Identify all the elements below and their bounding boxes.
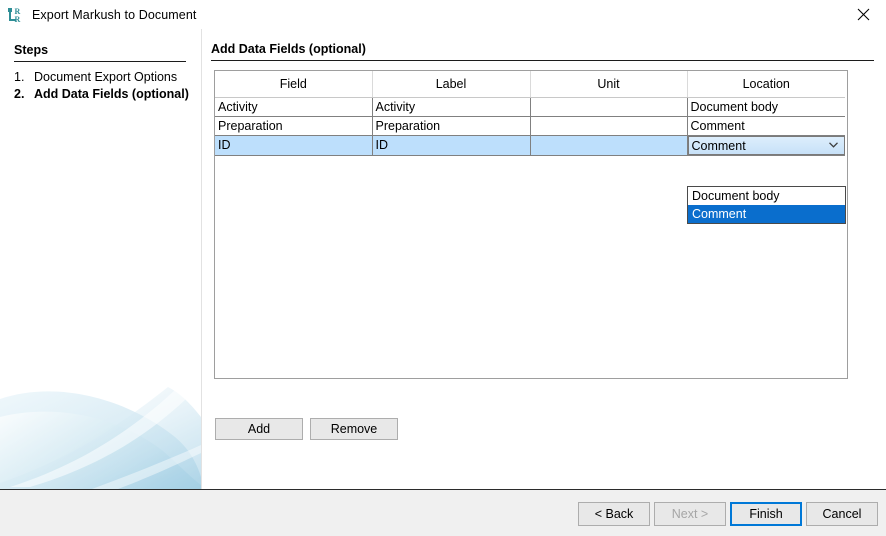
column-header-field[interactable]: Field	[215, 71, 372, 97]
table-row[interactable]: Preparation Preparation Comment	[215, 116, 845, 135]
column-header-label[interactable]: Label	[372, 71, 530, 97]
column-header-unit[interactable]: Unit	[530, 71, 687, 97]
step-label: Document Export Options	[34, 70, 189, 85]
next-button: Next >	[654, 502, 726, 526]
cell-unit[interactable]	[530, 97, 687, 116]
remove-button[interactable]: Remove	[310, 418, 398, 440]
data-fields-table[interactable]: Field Label Unit Location Activity Activ…	[214, 70, 848, 379]
cell-label[interactable]: ID	[372, 135, 530, 155]
close-icon[interactable]	[841, 0, 886, 29]
svg-text:R: R	[15, 15, 21, 24]
dialog-body: Steps 1.Document Export Options 2.Add Da…	[0, 29, 886, 489]
cell-label[interactable]: Activity	[372, 97, 530, 116]
finish-button[interactable]: Finish	[730, 502, 802, 526]
dropdown-option-document-body[interactable]: Document body	[688, 187, 845, 205]
step-label: Add Data Fields (optional)	[34, 87, 189, 102]
title-bar: R R Export Markush to Document	[0, 0, 886, 29]
table-header-row: Field Label Unit Location	[215, 71, 845, 97]
step-item-2: 2.Add Data Fields (optional)	[14, 87, 194, 102]
dropdown-option-comment[interactable]: Comment	[688, 205, 845, 223]
page-title-rule	[211, 60, 874, 61]
cell-field[interactable]: Preparation	[215, 116, 372, 135]
table-row-selected[interactable]: ID ID Comment	[215, 135, 845, 155]
location-dropdown-list[interactable]: Document body Comment	[687, 186, 846, 224]
location-combobox[interactable]: Comment	[688, 136, 846, 155]
markush-export-icon: R R	[6, 5, 26, 25]
column-header-location[interactable]: Location	[687, 71, 845, 97]
step-number: 2.	[14, 87, 34, 102]
footer-bar: < Back Next > Finish Cancel	[0, 490, 886, 536]
add-button[interactable]: Add	[215, 418, 303, 440]
cell-location-editor[interactable]: Comment	[687, 135, 845, 155]
back-button[interactable]: < Back	[578, 502, 650, 526]
chevron-down-icon[interactable]	[825, 137, 841, 154]
steps-heading-rule	[14, 61, 186, 62]
cell-location[interactable]: Document body	[687, 97, 845, 116]
window-title: Export Markush to Document	[32, 8, 196, 22]
page-title: Add Data Fields (optional)	[211, 42, 366, 56]
wave-graphic	[0, 359, 201, 489]
table-row[interactable]: Activity Activity Document body	[215, 97, 845, 116]
steps-heading: Steps	[14, 43, 48, 57]
cell-unit[interactable]	[530, 116, 687, 135]
cell-field[interactable]: ID	[215, 135, 372, 155]
cell-field[interactable]: Activity	[215, 97, 372, 116]
cell-label[interactable]: Preparation	[372, 116, 530, 135]
cancel-button[interactable]: Cancel	[806, 502, 878, 526]
step-item-1: 1.Document Export Options	[14, 70, 194, 85]
main-panel: Add Data Fields (optional) Field Label U…	[202, 29, 886, 489]
combobox-value: Comment	[692, 138, 746, 154]
steps-panel: Steps 1.Document Export Options 2.Add Da…	[0, 29, 201, 489]
cell-unit[interactable]	[530, 135, 687, 155]
cell-location[interactable]: Comment	[687, 116, 845, 135]
step-number: 1.	[14, 70, 34, 85]
